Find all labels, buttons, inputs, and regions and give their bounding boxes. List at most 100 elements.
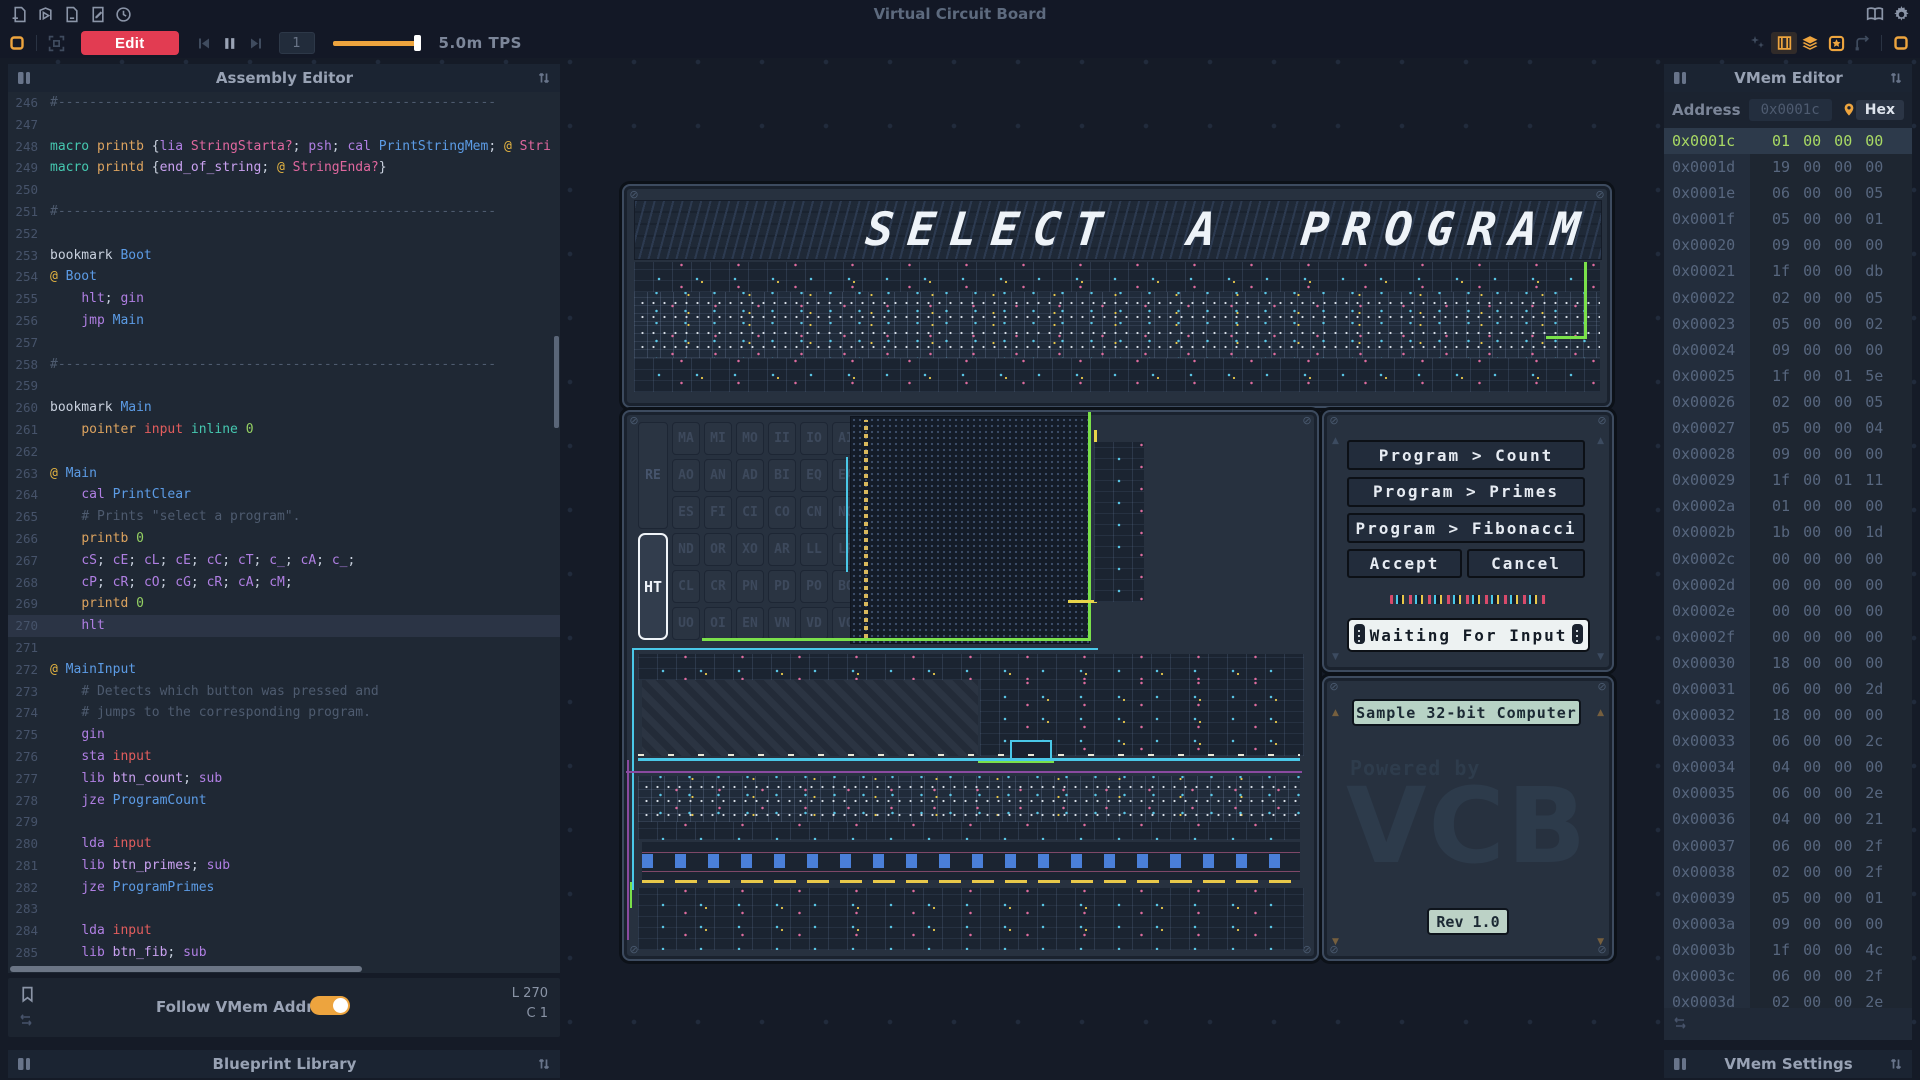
code-line-246[interactable]: 246#------------------------------------… [8,92,560,114]
vmem-settings-header[interactable]: VMem Settings [1664,1050,1912,1078]
swap-arrows-icon[interactable] [1672,1016,1688,1030]
vmem-row-0x00029[interactable]: 0x000291f 00 01 11 [1664,467,1912,493]
vmem-row-0x0001e[interactable]: 0x0001e06 00 00 05 [1664,180,1912,206]
main-board[interactable]: ⊘ ⊘ ⊘ ⊘ REHTMAMIMOIIIOAIAOANADBIEQEAESFI… [622,410,1319,961]
columns-icon[interactable] [17,1057,32,1071]
program-button-3[interactable]: Program > Fibonacci [1347,513,1585,543]
code-line-255[interactable]: 255 hlt; gin [8,288,560,310]
tps-slider[interactable] [333,35,421,51]
assembly-code-area[interactable]: 246#------------------------------------… [8,92,560,964]
code-line-271[interactable]: 271 [8,637,560,659]
columns-icon[interactable] [1673,1057,1688,1071]
vmem-row-0x0001d[interactable]: 0x0001d19 00 00 00 [1664,154,1912,180]
code-line-282[interactable]: 282 jze ProgramPrimes [8,877,560,899]
assembly-vscrollbar[interactable] [554,336,559,428]
code-line-260[interactable]: 260bookmark Main [8,397,560,419]
code-line-263[interactable]: 263@ Main [8,463,560,485]
vmem-row-0x00022[interactable]: 0x0002202 00 00 05 [1664,285,1912,311]
columns-icon[interactable] [1673,71,1688,85]
code-line-261[interactable]: 261 pointer input inline 0 [8,419,560,441]
follow-vmem-toggle[interactable] [310,996,350,1015]
address-input[interactable]: 0x0001c [1749,99,1832,121]
vmem-row-0x00035[interactable]: 0x0003506 00 00 2e [1664,780,1912,806]
program-button-2[interactable]: Program > Primes [1347,477,1585,507]
assembly-hscrollbar[interactable] [10,966,362,972]
step-count-field[interactable]: 1 [279,32,315,54]
vmem-row-0x0001f[interactable]: 0x0001f05 00 00 01 [1664,206,1912,232]
pin-icon[interactable] [1842,102,1856,118]
resize-vertical-icon[interactable] [1889,71,1903,85]
resize-vertical-icon[interactable] [1889,1057,1903,1071]
program-button-1[interactable]: Program > Count [1347,440,1585,470]
tps-slider-handle[interactable] [414,35,421,51]
code-line-252[interactable]: 252 [8,223,560,245]
vmem-row-0x00031[interactable]: 0x0003106 00 00 2d [1664,676,1912,702]
code-line-277[interactable]: 277 lib btn_count; sub [8,768,560,790]
sparkles-icon[interactable] [1745,32,1771,54]
code-line-264[interactable]: 264 cal PrintClear [8,484,560,506]
code-line-251[interactable]: 251#------------------------------------… [8,201,560,223]
vmem-row-0x00023[interactable]: 0x0002305 00 00 02 [1664,311,1912,337]
swap-arrows-icon[interactable] [18,1012,34,1031]
code-line-266[interactable]: 266 printb 0 [8,528,560,550]
code-line-285[interactable]: 285 lib btn_fib; sub [8,942,560,964]
vmem-row-0x0002c[interactable]: 0x0002c00 00 00 00 [1664,546,1912,572]
code-line-257[interactable]: 257 [8,332,560,354]
code-line-280[interactable]: 280 lda input [8,833,560,855]
code-line-256[interactable]: 256 jmp Main [8,310,560,332]
vmem-row-0x00021[interactable]: 0x000211f 00 00 db [1664,258,1912,284]
code-line-268[interactable]: 268 cP; cR; cO; cG; cR; cA; cM; [8,572,560,594]
vmem-row-0x00036[interactable]: 0x0003604 00 00 21 [1664,806,1912,832]
code-line-275[interactable]: 275 gin [8,724,560,746]
code-line-267[interactable]: 267 cS; cE; cL; cE; cC; cT; c_; cA; c_; [8,550,560,572]
vmem-row-0x0003c[interactable]: 0x0003c06 00 00 2f [1664,963,1912,989]
tag-icon[interactable] [1771,32,1797,54]
vmem-row-0x0002d[interactable]: 0x0002d00 00 00 00 [1664,572,1912,598]
vmem-row-0x00039[interactable]: 0x0003905 00 00 01 [1664,885,1912,911]
control-panel[interactable]: ⊘ ⊘ ▲ ▲ ▼ ▼ Program > CountProgram > Pri… [1322,410,1614,672]
code-line-259[interactable]: 259 [8,375,560,397]
route-icon[interactable] [1849,32,1875,54]
marquee-board[interactable]: ⊘ ⊘ SELECT A PROGRAM [622,184,1612,408]
vmem-row-0x00027[interactable]: 0x0002705 00 00 04 [1664,415,1912,441]
code-line-254[interactable]: 254@ Boot [8,266,560,288]
edit-mode-button[interactable]: Edit [81,31,179,55]
vmem-row-0x00026[interactable]: 0x0002602 00 00 05 [1664,389,1912,415]
branding-panel[interactable]: ⊘ ⊘ ⊘ ⊘ ▲ ▲ ▼ ▼ Sample 32-bit Computer P… [1322,676,1614,961]
columns-icon[interactable] [17,71,32,85]
code-line-272[interactable]: 272@ MainInput [8,659,560,681]
square-tool-icon[interactable] [1888,32,1914,54]
vmem-row-0x0002f[interactable]: 0x0002f00 00 00 00 [1664,624,1912,650]
vmem-row-0x00030[interactable]: 0x0003018 00 00 00 [1664,650,1912,676]
code-line-270[interactable]: 270 hlt [8,615,560,637]
code-line-262[interactable]: 262 [8,441,560,463]
square-tool-icon[interactable] [4,32,30,54]
step-forward-icon[interactable] [243,32,269,54]
resize-vertical-icon[interactable] [537,1057,551,1071]
code-line-279[interactable]: 279 [8,811,560,833]
star-box-icon[interactable] [1823,32,1849,54]
code-line-249[interactable]: 249macro printd {end_of_string; @ String… [8,157,560,179]
vmem-row-0x00028[interactable]: 0x0002809 00 00 00 [1664,441,1912,467]
vmem-row-0x0003d[interactable]: 0x0003d02 00 00 2e [1664,989,1912,1008]
code-line-258[interactable]: 258#------------------------------------… [8,354,560,376]
code-line-274[interactable]: 274 # jumps to the corresponding program… [8,702,560,724]
vmem-row-0x00025[interactable]: 0x000251f 00 01 5e [1664,363,1912,389]
code-line-248[interactable]: 248macro printb {lia StringStarta?; psh;… [8,136,560,158]
vmem-row-0x0002e[interactable]: 0x0002e00 00 00 00 [1664,598,1912,624]
frame-icon[interactable] [43,32,69,54]
cancel-button[interactable]: Cancel [1467,549,1585,578]
vmem-row-0x00037[interactable]: 0x0003706 00 00 2f [1664,833,1912,859]
blueprint-library-header[interactable]: Blueprint Library [8,1050,560,1078]
vmem-row-0x00032[interactable]: 0x0003218 00 00 00 [1664,702,1912,728]
code-line-278[interactable]: 278 jze ProgramCount [8,790,560,812]
step-back-icon[interactable] [191,32,217,54]
code-line-253[interactable]: 253bookmark Boot [8,245,560,267]
hex-mode-button[interactable]: Hex [1856,100,1904,120]
vmem-row-0x00033[interactable]: 0x0003306 00 00 2c [1664,728,1912,754]
vmem-row-0x0002a[interactable]: 0x0002a01 00 00 00 [1664,493,1912,519]
code-line-276[interactable]: 276 sta input [8,746,560,768]
layers-icon[interactable] [1797,32,1823,54]
pause-icon[interactable] [217,32,243,54]
vmem-row-0x0001c[interactable]: 0x0001c01 00 00 00 [1664,128,1912,154]
